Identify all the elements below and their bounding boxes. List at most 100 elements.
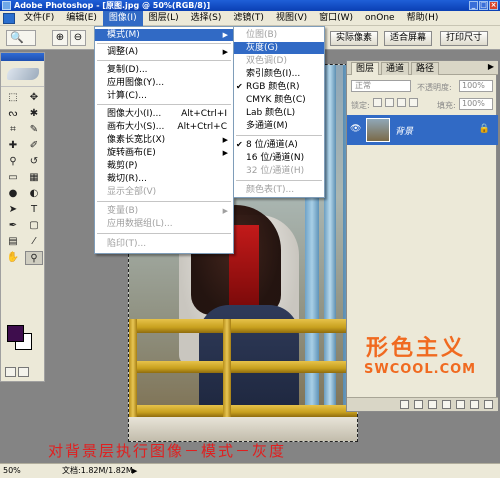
eraser-tool-icon[interactable]: ▭ [4, 171, 22, 185]
menu-item-image-size[interactable]: 图像大小(I)... Alt+Ctrl+I [95, 108, 233, 120]
dodge-tool-icon[interactable]: ◐ [25, 187, 43, 201]
menu-edit[interactable]: 编辑(E) [60, 11, 103, 26]
menu-item-rotate-canvas[interactable]: 旋转画布(E) ▶ [95, 147, 233, 159]
minimize-button[interactable]: _ [469, 1, 478, 10]
zoom-level[interactable]: 50% [3, 464, 21, 478]
zoom-tool-icon[interactable]: 🔍 [6, 30, 36, 46]
blur-tool-icon[interactable]: ● [4, 187, 22, 201]
shape-tool-icon[interactable]: ▢ [25, 219, 43, 233]
opacity-field[interactable]: 100% [459, 80, 493, 92]
healing-brush-tool-icon[interactable]: ✚ [4, 139, 22, 153]
checkmark-icon: ✔ [236, 82, 243, 91]
menu-item-apply-dataset[interactable]: 应用数据组(L)... [95, 218, 233, 230]
layer-style-icon[interactable] [414, 400, 423, 409]
adjustment-layer-icon[interactable] [442, 400, 451, 409]
tab-paths[interactable]: 路径 [411, 62, 440, 75]
mode-lab-color[interactable]: Lab 颜色(L) [234, 107, 324, 119]
history-brush-tool-icon[interactable]: ↺ [25, 155, 43, 169]
lock-position-icon[interactable] [397, 98, 406, 107]
notes-tool-icon[interactable]: ▤ [4, 235, 22, 249]
photoshop-app-icon [2, 1, 11, 10]
delete-layer-icon[interactable] [484, 400, 493, 409]
menu-select[interactable]: 选择(S) [185, 11, 228, 26]
actual-pixels-button[interactable]: 实际像素 [330, 31, 379, 46]
mode-rgb-color[interactable]: ✔ RGB 颜色(R) [234, 81, 324, 93]
mode-8-bit[interactable]: ✔ 8 位/通道(A) [234, 139, 324, 151]
menu-item-apply-image[interactable]: 应用图像(Y)... [95, 77, 233, 89]
menu-item-duplicate[interactable]: 复制(D)... [95, 64, 233, 76]
feather-logo [1, 61, 44, 87]
mode-indexed-color[interactable]: 索引颜色(I)... [234, 68, 324, 80]
lock-all-icon[interactable] [409, 98, 418, 107]
standard-mode-icon[interactable] [5, 367, 16, 377]
lasso-tool-icon[interactable]: ᔓ [4, 107, 22, 121]
lock-transparent-icon[interactable] [373, 98, 382, 107]
gradient-tool-icon[interactable]: ▦ [25, 171, 43, 185]
menu-item-trap[interactable]: 陷印(T)... [95, 238, 233, 250]
photoshop-logo-icon [3, 13, 15, 24]
menu-item-calculations[interactable]: 计算(C)... [95, 90, 233, 102]
blend-mode-select[interactable]: 正常 [351, 80, 411, 92]
mode-multichannel[interactable]: 多通道(M) [234, 120, 324, 132]
foreground-color-swatch[interactable] [7, 325, 24, 342]
zoom-out-icon[interactable]: ⊖ [70, 30, 86, 46]
hand-tool-icon[interactable]: ✋ [4, 251, 22, 265]
menu-item-trim[interactable]: 裁切(R)... [95, 173, 233, 185]
tab-channels[interactable]: 通道 [381, 62, 410, 75]
maximize-button[interactable]: □ [479, 1, 488, 10]
layer-group-icon[interactable] [456, 400, 465, 409]
menu-onone[interactable]: onOne [359, 11, 401, 26]
mode-grayscale[interactable]: 灰度(G) [234, 42, 324, 54]
lock-options [373, 98, 418, 107]
menu-layer[interactable]: 图层(L) [143, 11, 185, 26]
path-selection-tool-icon[interactable]: ➤ [4, 203, 22, 217]
menu-item-pixel-aspect[interactable]: 像素长宽比(X) ▶ [95, 134, 233, 146]
brush-tool-icon[interactable]: ✐ [25, 139, 43, 153]
menu-view[interactable]: 视图(V) [270, 11, 313, 26]
watermark-logo-en: SWCOOL.COM [364, 362, 477, 377]
lock-image-icon[interactable] [385, 98, 394, 107]
panel-menu-icon[interactable]: ▶ [488, 62, 494, 71]
menu-window[interactable]: 窗口(W) [313, 11, 359, 26]
visibility-eye-icon[interactable]: 👁 [350, 124, 362, 134]
mode-cmyk-color[interactable]: CMYK 颜色(C) [234, 94, 324, 106]
menu-item-reveal-all[interactable]: 显示全部(V) [95, 186, 233, 198]
close-button[interactable]: × [489, 1, 498, 10]
slice-tool-icon[interactable]: ✎ [25, 123, 43, 137]
type-tool-icon[interactable]: T [25, 203, 43, 217]
menu-help[interactable]: 帮助(H) [401, 11, 445, 26]
menu-item-crop[interactable]: 裁剪(P) [95, 160, 233, 172]
mode-32-bit[interactable]: 32 位/通道(H) [234, 165, 324, 177]
menu-file[interactable]: 文件(F) [18, 11, 60, 26]
marquee-tool-icon[interactable]: ⬚ [4, 91, 22, 105]
layer-mask-icon[interactable] [428, 400, 437, 409]
zoom-tool-palette-icon[interactable]: ⚲ [25, 251, 43, 265]
magic-wand-tool-icon[interactable]: ✱ [25, 107, 43, 121]
menu-item-adjust[interactable]: 调整(A) ▶ [95, 46, 233, 58]
layer-row-background[interactable]: 👁 背景 🔒 [347, 115, 498, 145]
crop-tool-icon[interactable]: ⌗ [4, 123, 22, 137]
window-controls: _ □ × [469, 1, 498, 10]
zoom-in-icon[interactable]: ⊕ [52, 30, 68, 46]
mode-color-table[interactable]: 颜色表(T)... [234, 184, 324, 196]
pen-tool-icon[interactable]: ✒ [4, 219, 22, 233]
menu-item-variables[interactable]: 变量(B) ▶ [95, 205, 233, 217]
tab-layers[interactable]: 图层 [351, 62, 380, 75]
mode-bitmap[interactable]: 位图(B) [234, 29, 324, 41]
menu-item-canvas-size[interactable]: 画布大小(S)... Alt+Ctrl+C [95, 121, 233, 133]
quick-mask-icon[interactable] [18, 367, 29, 377]
eyedropper-tool-icon[interactable]: ⁄ [25, 235, 43, 249]
new-layer-icon[interactable] [470, 400, 479, 409]
fit-screen-button[interactable]: 适合屏幕 [384, 31, 433, 46]
status-menu-icon[interactable]: ▶ [132, 464, 137, 478]
menu-filter[interactable]: 滤镜(T) [227, 11, 270, 26]
clone-stamp-tool-icon[interactable]: ⚲ [4, 155, 22, 169]
link-layers-icon[interactable] [400, 400, 409, 409]
menu-item-mode[interactable]: 模式(M) ▶ [95, 29, 233, 41]
fill-field[interactable]: 100% [459, 98, 493, 110]
menu-image[interactable]: 图像(I) [102, 10, 143, 26]
mode-duotone[interactable]: 双色调(D) [234, 55, 324, 67]
mode-16-bit[interactable]: 16 位/通道(N) [234, 152, 324, 164]
move-tool-icon[interactable]: ✥ [25, 91, 43, 105]
print-size-button[interactable]: 打印尺寸 [440, 31, 489, 46]
